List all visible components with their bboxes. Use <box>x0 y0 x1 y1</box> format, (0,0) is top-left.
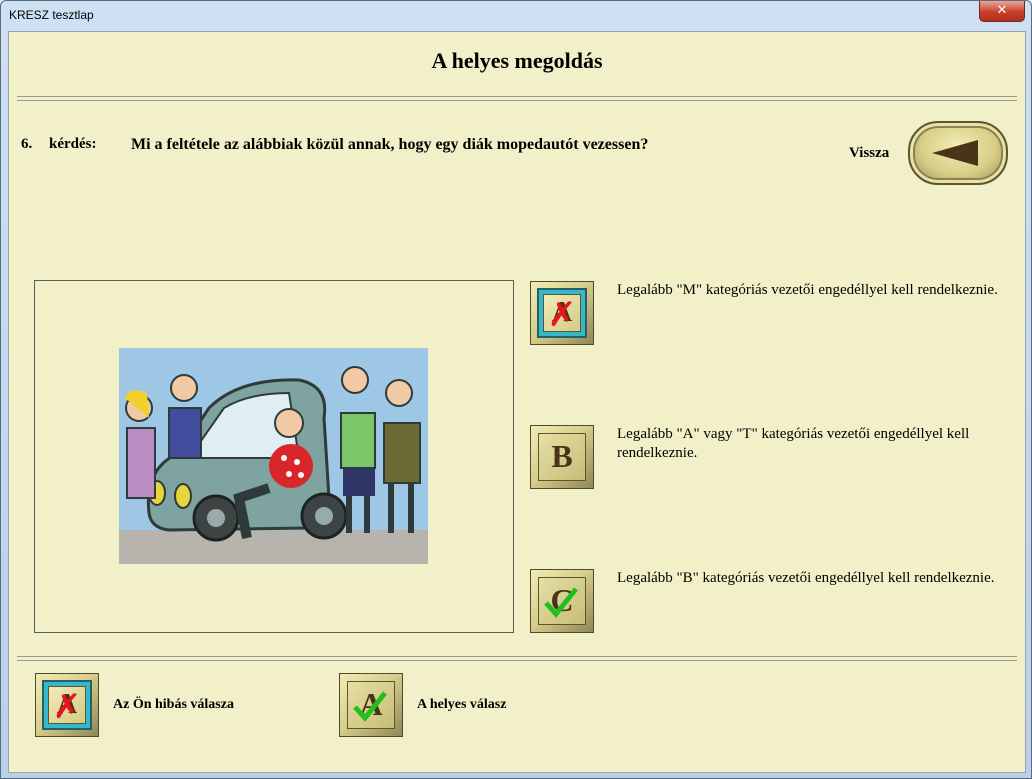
question-text: Mi a feltétele az alábbiak közül annak, … <box>131 136 649 153</box>
legend-wrong-label: Az Ön hibás válasza <box>113 697 234 712</box>
window-title: KRESZ tesztlap <box>9 8 94 22</box>
correct-check-icon <box>353 691 387 722</box>
legend-wrong-button: A ✗ <box>35 673 99 737</box>
answer-c-button[interactable]: C <box>530 569 594 633</box>
question-image-frame <box>34 280 514 633</box>
legend-correct-button: A <box>339 673 403 737</box>
title-bar[interactable]: KRESZ tesztlap ✕ <box>1 1 1031 31</box>
answer-a-button[interactable]: A ✗ <box>530 281 594 345</box>
question-number: 6. <box>21 136 33 152</box>
client-area: A helyes megoldás 6. kérdés: Mi a feltét… <box>8 31 1026 773</box>
question-label: kérdés: <box>49 136 97 152</box>
legend-correct-label: A helyes válasz <box>417 697 507 712</box>
close-button[interactable]: ✕ <box>979 1 1025 22</box>
answer-b-text: Legalább "A" vagy "T" kategóriás vezetői… <box>617 426 970 461</box>
moped-car-illustration <box>119 348 428 564</box>
page-title: A helyes megoldás <box>431 48 603 73</box>
header-divider <box>17 96 1017 101</box>
close-icon: ✕ <box>996 3 1008 18</box>
wrong-mark-icon: ✗ <box>52 687 82 727</box>
back-label: Vissza <box>849 145 890 161</box>
back-button[interactable] <box>908 121 1008 185</box>
answer-a-text: Legalább "M" kategóriás vezetői engedéll… <box>617 282 998 298</box>
answer-b-button[interactable]: B <box>530 425 594 489</box>
answer-b-letter: B <box>551 438 573 474</box>
left-arrow-icon <box>932 140 978 166</box>
answer-c-text: Legalább "B" kategóriás vezetői engedéll… <box>617 570 995 586</box>
footer-divider <box>17 656 1017 661</box>
wrong-mark-icon: ✗ <box>547 295 577 335</box>
app-window: KRESZ tesztlap ✕ A helyes megoldás 6. ké… <box>0 0 1032 779</box>
correct-check-icon <box>544 587 578 618</box>
